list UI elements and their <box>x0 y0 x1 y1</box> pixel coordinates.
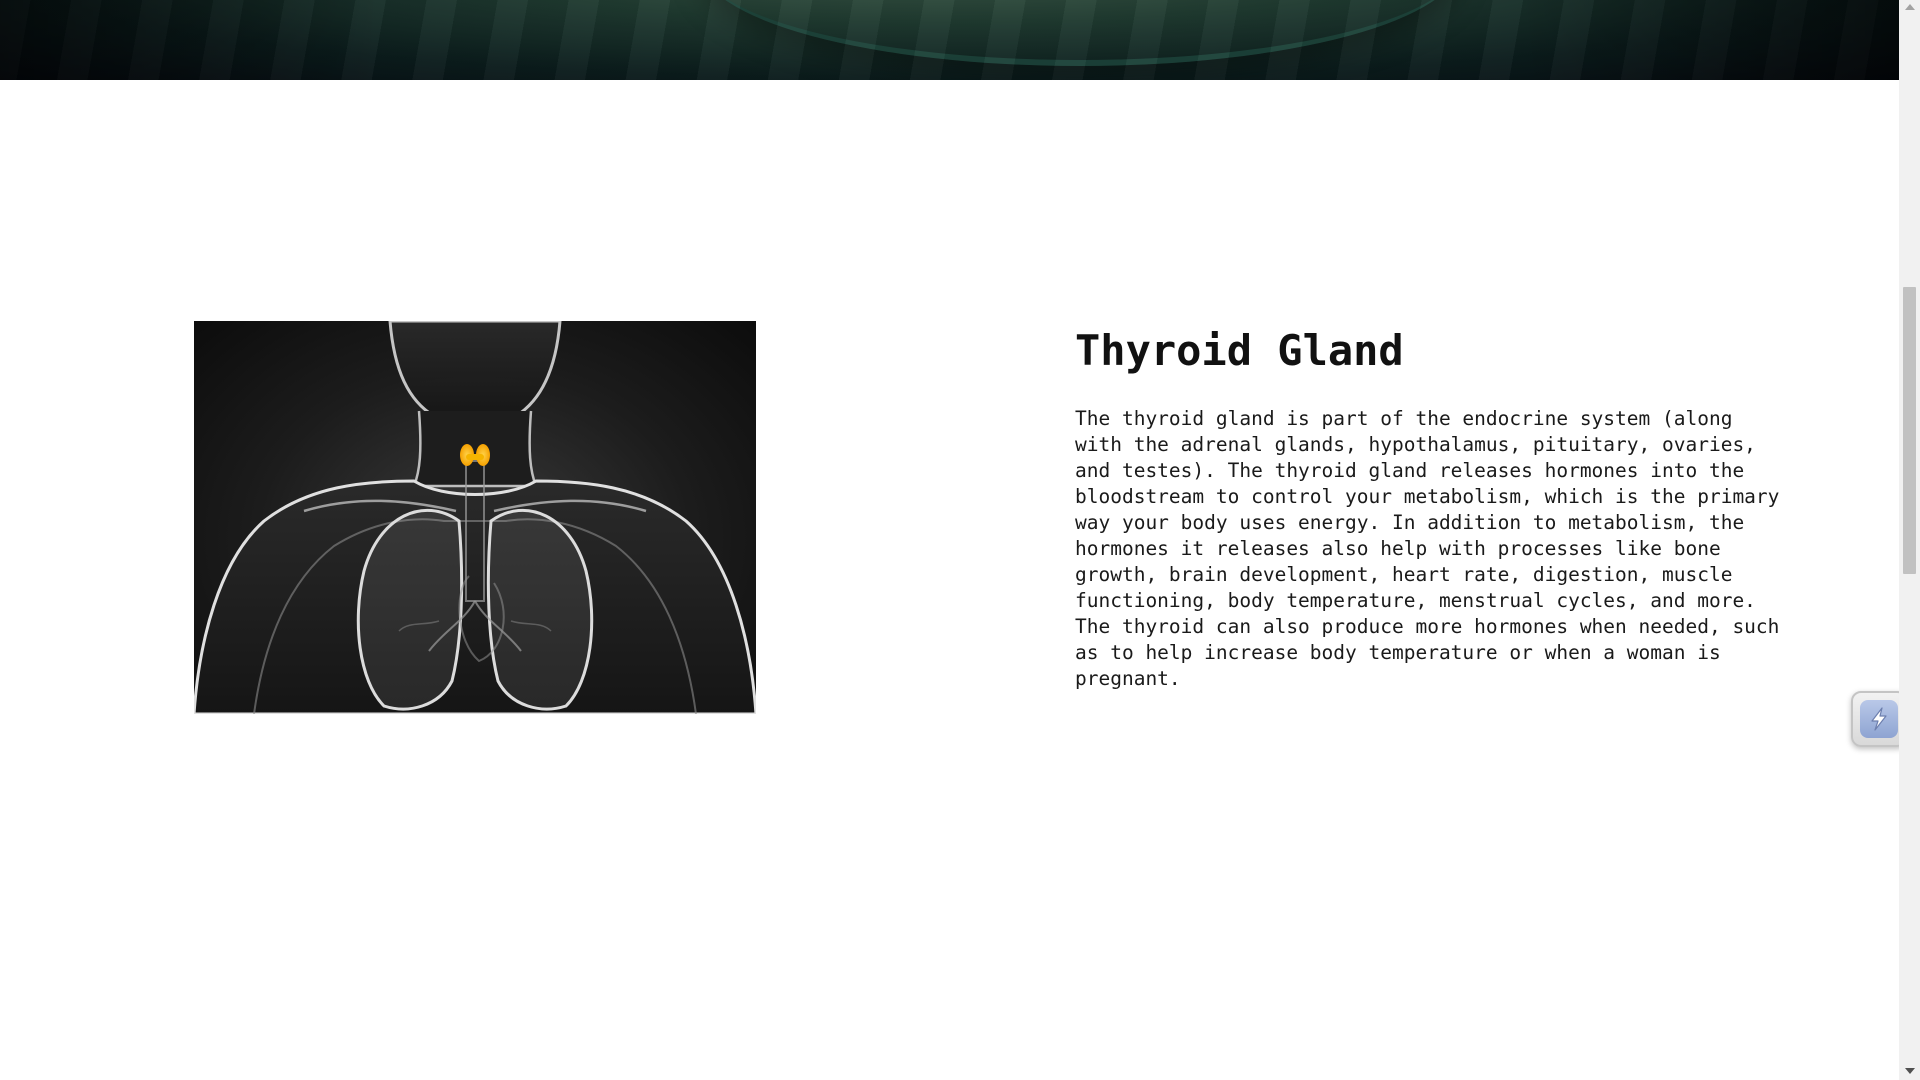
section-title: Thyroid Gland <box>1075 326 1404 375</box>
vertical-scrollbar[interactable] <box>1899 0 1920 1080</box>
thyroid-section: Thyroid Gland The thyroid gland is part … <box>0 80 1899 1080</box>
thyroid-text-block: Thyroid Gland The thyroid gland is part … <box>1075 322 1795 692</box>
chevron-up-icon[interactable] <box>1905 4 1915 10</box>
scrollbar-thumb[interactable] <box>1903 287 1916 574</box>
hero-banner-image <box>0 0 1899 80</box>
chevron-down-icon[interactable] <box>1905 1068 1915 1074</box>
hero-drape-overlay <box>0 0 1899 80</box>
section-description: The thyroid gland is part of the endocri… <box>1075 407 1780 690</box>
human-chest-thyroid-illustration-icon <box>194 321 756 714</box>
lightning-slash-icon <box>1860 700 1898 738</box>
thyroid-illustration-image <box>194 321 756 714</box>
page-viewport: Thyroid Gland The thyroid gland is part … <box>0 0 1920 1080</box>
